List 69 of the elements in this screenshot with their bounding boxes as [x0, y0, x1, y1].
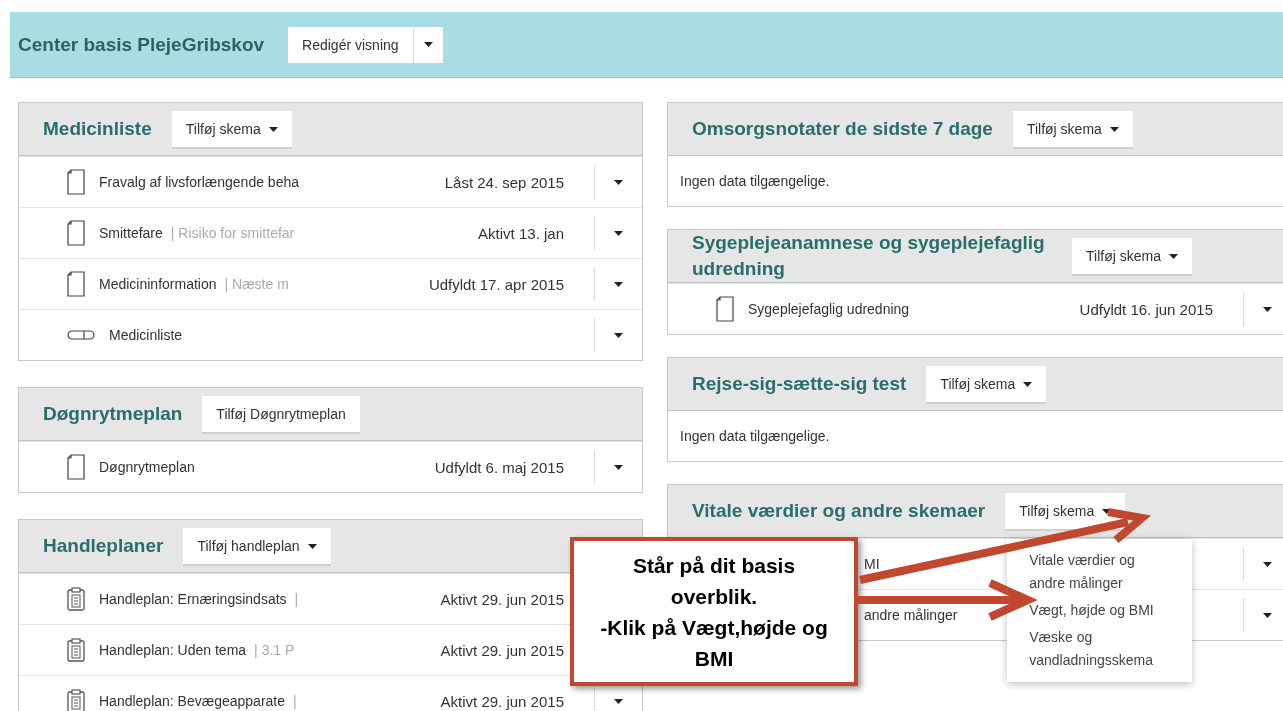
item-status: Aktivt 29. jun 2015 [440, 641, 564, 659]
page-title: Center basis PlejeGribskov [18, 33, 265, 56]
item-status: Aktivt 29. jun 2015 [440, 590, 564, 608]
panel-title: Handleplaner [43, 534, 164, 558]
item-name: Handleplan: Ernæringsindsats [99, 591, 287, 607]
caret-icon [614, 698, 623, 704]
panel-title: Rejse-sig-sætte-sig test [692, 372, 907, 396]
item-name: andre målinger [864, 607, 958, 623]
add-button[interactable]: Tilføj Døgnrytmeplan [202, 396, 360, 432]
caret-icon [1263, 612, 1272, 618]
panel-title: Sygeplejeanamnese og sygeplejefaglig udredning [692, 231, 1046, 281]
item-status: Udfyldt 6. maj 2015 [434, 458, 564, 476]
item-status: Udfyldt 16. jun 2015 [1079, 300, 1213, 318]
item-name: Fravalg af livsforlængende beha [99, 174, 299, 190]
add-button[interactable]: Tilføj handleplan [183, 528, 331, 564]
item-detail: | Risiko for smittefar [170, 225, 295, 241]
callout-text: -Klik på Vægt,højde og BMI [599, 614, 829, 672]
item-detail: | 3.1 P [254, 642, 295, 658]
add-button[interactable]: Tilføj skema [926, 366, 1047, 402]
item-status: Låst 24. sep 2015 [444, 173, 564, 191]
caret-icon [307, 543, 317, 549]
caret-icon [1023, 381, 1033, 387]
caret-icon [614, 281, 623, 287]
empty-message: Ingen data tilgængelige. [679, 427, 831, 446]
empty-message: Ingen data tilgængelige. [679, 172, 831, 191]
callout-text: Står på dit basis overblik. [631, 552, 797, 610]
clipboard-icon [67, 587, 85, 611]
caret-icon [614, 464, 623, 470]
item-detail: | [294, 591, 299, 607]
item-name: MI [864, 556, 880, 572]
panel-title: Vitale værdier og andre skemaer [692, 499, 986, 523]
panel-title: Døgnrytmeplan [43, 402, 183, 426]
caret-icon [614, 230, 623, 236]
item-detail: | Næste m [224, 276, 289, 292]
item-name: Døgnrytmeplan [99, 459, 195, 475]
add-button[interactable]: Tilføj skema [1005, 493, 1126, 529]
item-name: Medicinliste [109, 327, 183, 343]
document-icon [67, 169, 85, 195]
panel-title: Medicinliste [43, 117, 152, 141]
document-icon [67, 271, 85, 297]
menu-item[interactable]: Væske og vandladningsskema [1007, 624, 1193, 674]
add-button[interactable]: Tilføj skema [1012, 111, 1133, 147]
item-name: Sygeplejefaglig udredning [748, 301, 910, 317]
panel-title: Omsorgsnotater de sidste 7 dage [692, 117, 993, 141]
item-name: Smittefare [99, 225, 163, 241]
caret-icon [1263, 561, 1272, 567]
menu-item[interactable]: Vægt, højde og BMI [1007, 597, 1193, 624]
caret-icon [614, 332, 623, 338]
document-icon [716, 296, 734, 322]
clipboard-icon [67, 638, 85, 662]
item-status: Aktivt 29. jun 2015 [440, 692, 564, 710]
pill-icon [67, 330, 95, 340]
caret-icon [1263, 306, 1272, 312]
caret-icon [1109, 126, 1119, 132]
item-status: Aktivt 13. jan [478, 224, 564, 242]
add-button[interactable]: Tilføj skema [1072, 238, 1192, 274]
caret-icon [1168, 253, 1178, 259]
document-icon [67, 220, 85, 246]
caret-icon [268, 126, 278, 132]
add-button[interactable]: Tilføj skema [171, 111, 292, 147]
item-name: Handleplan: Uden tema [99, 642, 247, 658]
item-name: Medicininformation [99, 276, 217, 292]
caret-icon [614, 179, 623, 185]
caret-icon [423, 42, 433, 47]
item-detail: | [293, 693, 297, 709]
document-icon [67, 454, 85, 480]
item-status: Udfyldt 17. apr 2015 [428, 275, 564, 293]
menu-item[interactable]: Vitale værdier og andre målinger [1007, 547, 1193, 597]
item-name: Handleplan: Bevægeapparate [99, 693, 286, 709]
